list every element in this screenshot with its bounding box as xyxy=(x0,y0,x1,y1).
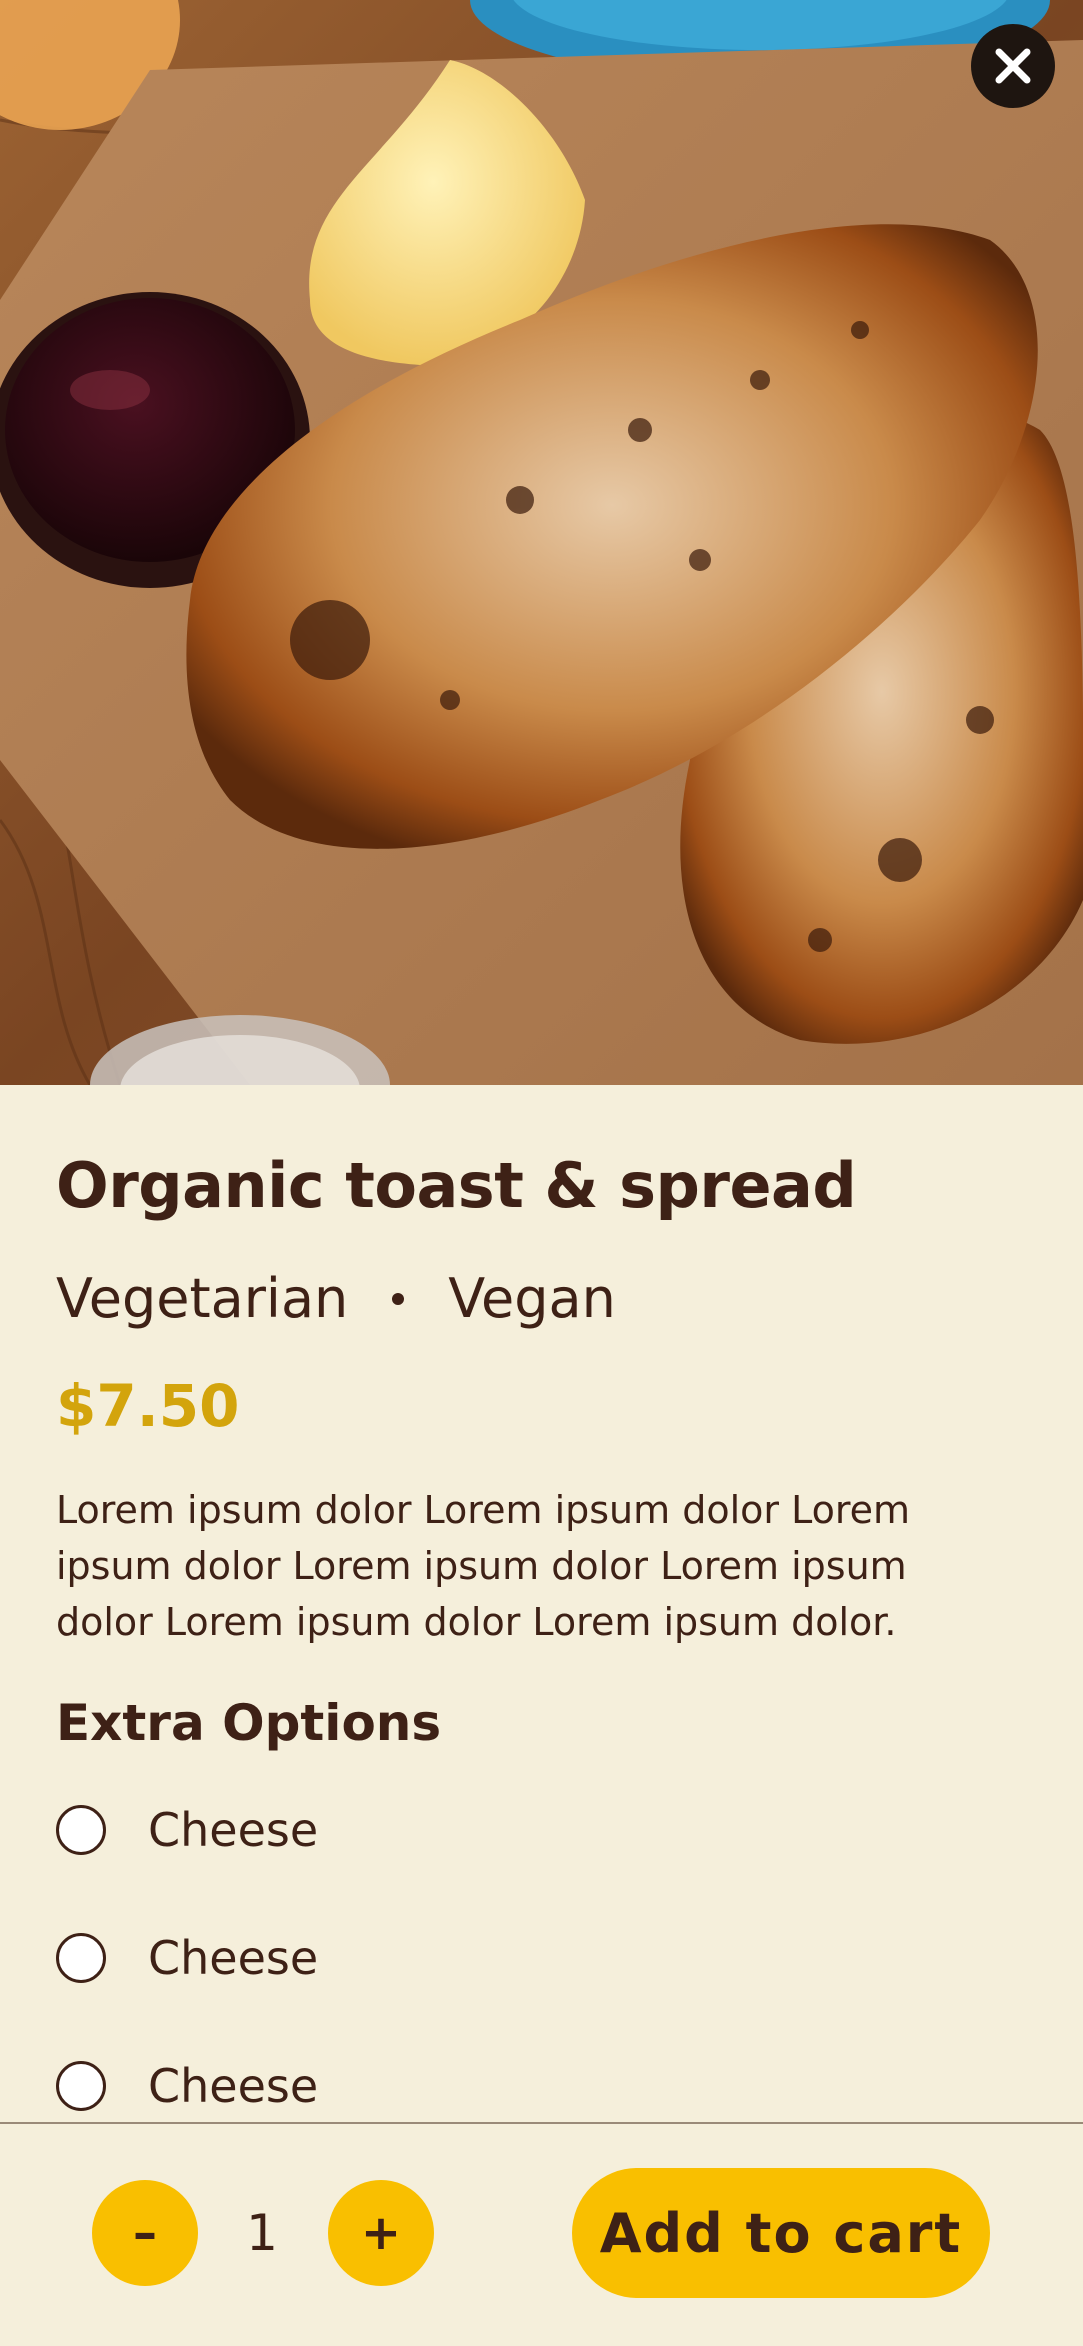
extra-option-cheese-2[interactable]: Cheese xyxy=(56,1928,318,1988)
product-price: $7.50 xyxy=(56,1372,240,1440)
option-label: Cheese xyxy=(148,2059,319,2113)
increment-button[interactable]: + xyxy=(328,2180,434,2286)
decrement-button[interactable]: – xyxy=(92,2180,198,2286)
dietary-tags: Vegetarian Vegan xyxy=(56,1264,616,1334)
add-to-cart-button[interactable]: Add to cart xyxy=(572,2168,990,2298)
tag-separator xyxy=(392,1293,405,1305)
close-button[interactable] xyxy=(971,24,1055,108)
toast-illustration xyxy=(0,0,1083,1085)
tag-vegan: Vegan xyxy=(448,1267,616,1330)
option-label: Cheese xyxy=(148,1803,319,1857)
option-label: Cheese xyxy=(148,1931,319,1985)
close-icon xyxy=(995,48,1031,84)
radio-button[interactable] xyxy=(56,1805,106,1855)
extra-option-cheese-1[interactable]: Cheese xyxy=(56,1800,318,1860)
product-description: Lorem ipsum dolor Lorem ipsum dolor Lore… xyxy=(56,1488,911,1644)
product-title: Organic toast & spread xyxy=(56,1149,857,1222)
extra-option-cheese-3[interactable]: Cheese xyxy=(56,2056,318,2116)
extra-options-heading: Extra Options xyxy=(56,1694,442,1752)
product-image xyxy=(0,0,1083,1085)
tag-vegetarian: Vegetarian xyxy=(56,1267,349,1330)
radio-button[interactable] xyxy=(56,1933,106,1983)
quantity-value: 1 xyxy=(246,2204,278,2262)
radio-button[interactable] xyxy=(56,2061,106,2111)
